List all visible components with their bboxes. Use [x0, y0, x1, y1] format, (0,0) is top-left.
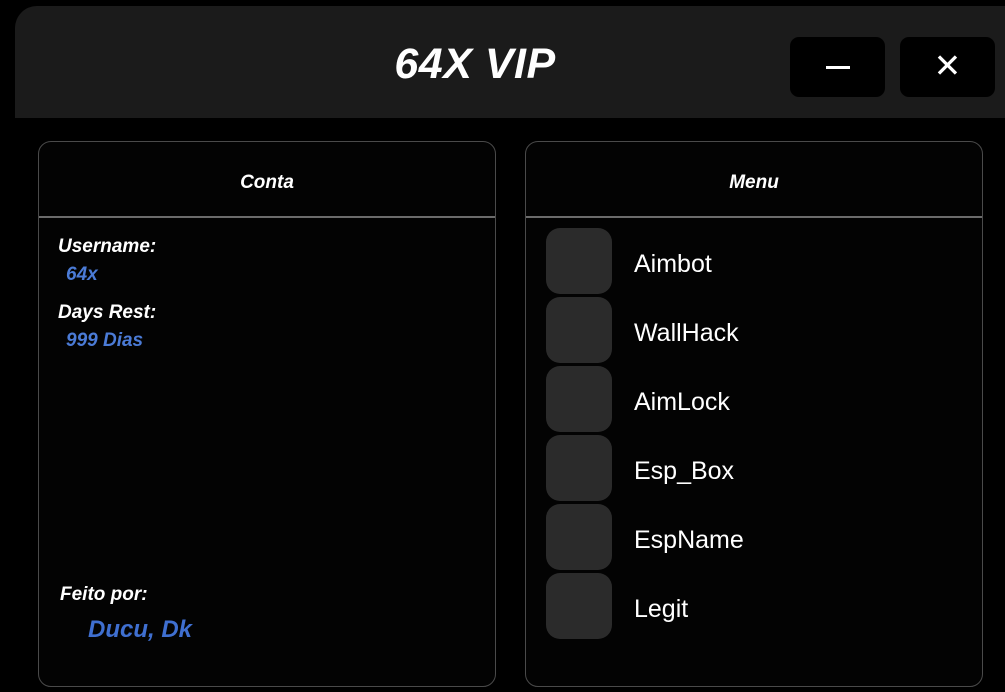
menu-panel-title: Menu [729, 172, 779, 193]
minimize-icon [826, 66, 850, 69]
username-value: 64x [66, 264, 98, 285]
menu-item-aimbot[interactable]: Aimbot [546, 228, 966, 294]
menu-item-esp-box[interactable]: Esp_Box [546, 435, 966, 501]
credits-label: Feito por: [60, 584, 148, 605]
days-rest-value: 999 Dias [66, 330, 144, 351]
espname-toggle[interactable] [546, 504, 612, 570]
menu-panel: Menu Aimbot WallHack AimLock Esp_Box Esp… [525, 141, 983, 687]
menu-panel-header: Menu [526, 142, 982, 218]
account-panel-title: Conta [240, 172, 294, 193]
menu-item-label: Aimbot [634, 250, 712, 278]
menu-item-aimlock[interactable]: AimLock [546, 366, 966, 432]
wallhack-toggle[interactable] [546, 297, 612, 363]
close-icon: ✕ [933, 47, 962, 84]
credits-value: Ducu, Dk [88, 616, 193, 643]
app-window: 64X VIP ✕ Conta Username: 64x Days Rest:… [0, 0, 1005, 692]
account-panel-header: Conta [39, 142, 495, 218]
menu-item-label: AimLock [634, 388, 730, 416]
window-title: 64X VIP [394, 40, 556, 88]
menu-item-legit[interactable]: Legit [546, 573, 966, 639]
menu-item-label: WallHack [634, 319, 739, 347]
legit-toggle[interactable] [546, 573, 612, 639]
aimbot-toggle[interactable] [546, 228, 612, 294]
days-rest-label: Days Rest: [58, 302, 157, 323]
aimlock-toggle[interactable] [546, 366, 612, 432]
menu-item-label: Legit [634, 595, 689, 623]
close-button[interactable]: ✕ [900, 37, 995, 97]
title-bar[interactable]: 64X VIP ✕ [15, 6, 1005, 118]
menu-item-espname[interactable]: EspName [546, 504, 966, 570]
account-panel: Conta Username: 64x Days Rest: 999 Dias … [38, 141, 496, 687]
esp-box-toggle[interactable] [546, 435, 612, 501]
menu-item-label: Esp_Box [634, 457, 735, 485]
menu-item-label: EspName [634, 526, 744, 554]
username-label: Username: [58, 236, 157, 257]
menu-item-wallhack[interactable]: WallHack [546, 297, 966, 363]
minimize-button[interactable] [790, 37, 885, 97]
